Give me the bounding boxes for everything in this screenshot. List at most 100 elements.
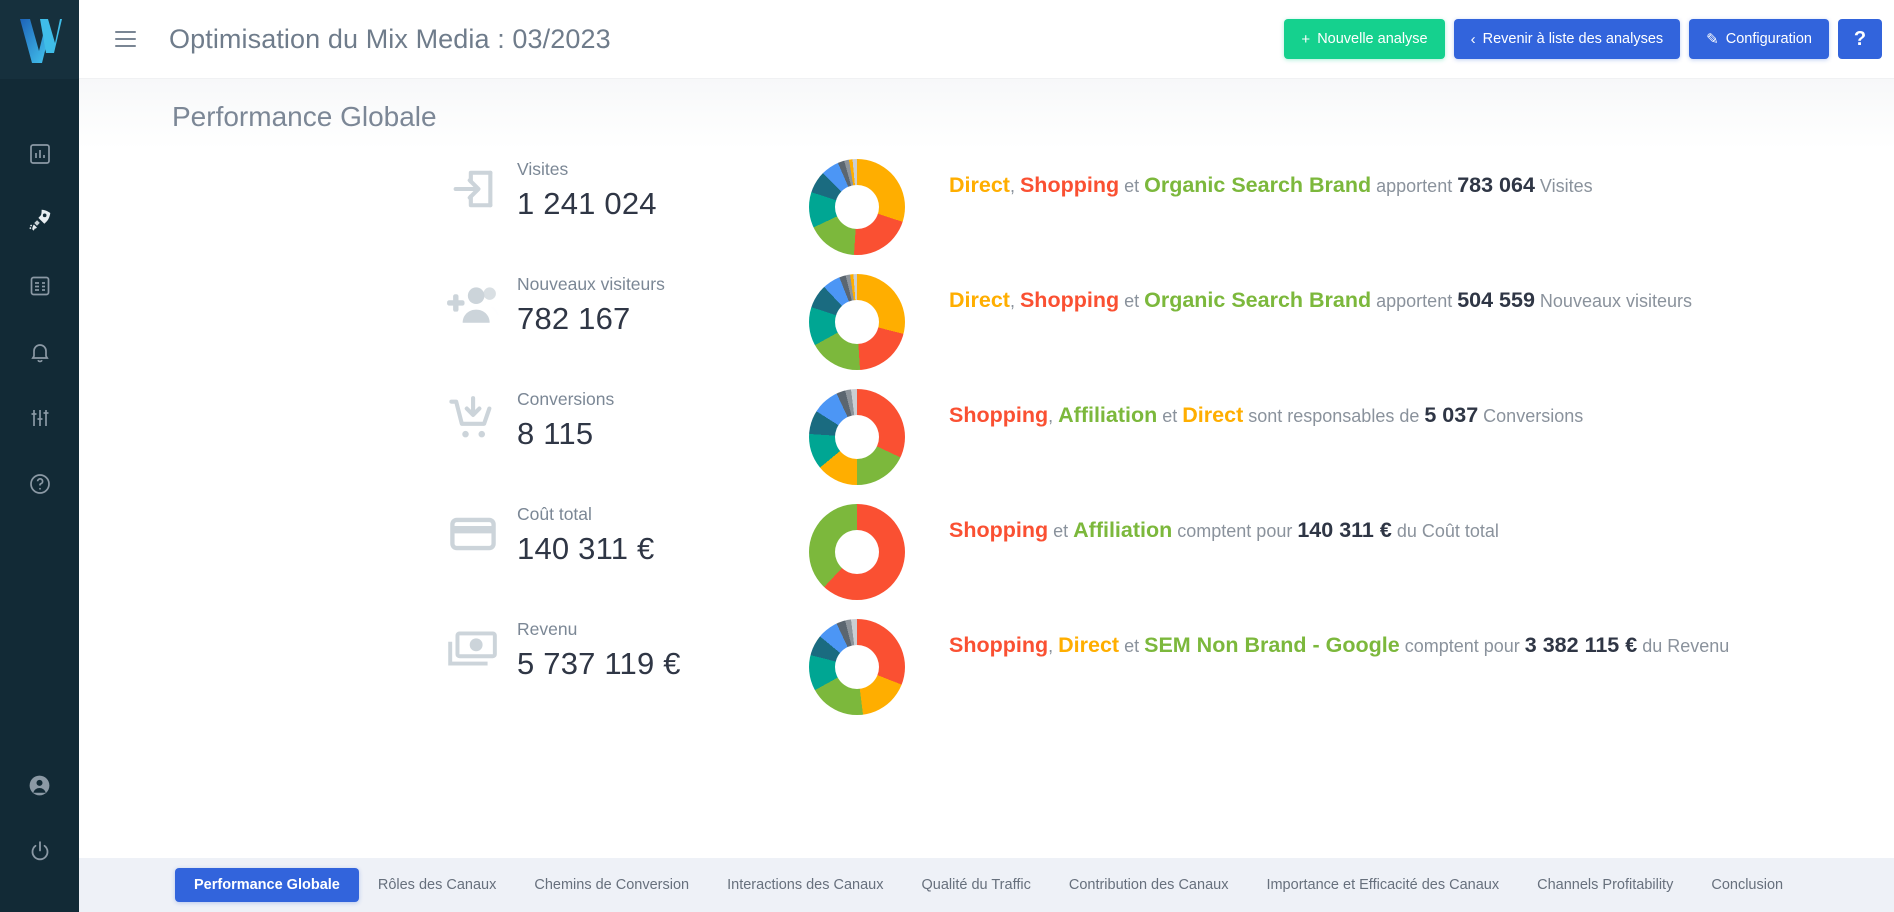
sentence-text: , [1009,176,1020,196]
sentence-text: , [1048,406,1059,426]
kpi-sentence: Shopping et Affiliation comptent pour 14… [907,496,1894,547]
back-to-list-button[interactable]: ‹ Revenir à liste des analyses [1453,19,1681,59]
channel-name: Organic Search Brand [1144,173,1372,197]
configuration-button[interactable]: ✎ Configuration [1689,19,1829,59]
cart-download-icon [397,381,517,445]
nouveaux-visiteurs-donut[interactable] [809,274,905,370]
sentence-text: et [1157,406,1183,426]
sidebar-nav [0,121,79,517]
sentence-text: sont responsables de [1243,406,1425,426]
left-sidebar [0,0,79,912]
channel-name: Affiliation [1073,518,1173,542]
tab-qualit-du-traffic[interactable]: Qualité du Traffic [902,868,1049,902]
sentence-text: apportent [1371,176,1458,196]
donut-chart-wrapper [807,381,907,485]
kpi-text-block: Nouveaux visiteurs 782 167 [517,266,807,337]
sentence-text: et [1119,636,1145,656]
login-arrow-icon [397,151,517,215]
kpi-row: Coût total 140 311 € Shopping et Affiliati… [79,496,1894,611]
question-circle-icon [29,474,50,494]
bell-icon [30,344,49,363]
kpi-sentence: Direct, Shopping et Organic Search Brand… [907,266,1894,317]
donut-chart-wrapper [807,496,907,600]
metric-value: 5 037 [1424,403,1479,427]
sentence-text: Conversions [1478,406,1584,426]
help-button[interactable]: ? [1838,19,1882,59]
new-analysis-button[interactable]: + Nouvelle analyse [1284,19,1445,59]
sidebar-item-logout[interactable] [0,818,79,884]
sentence-text: comptent pour [1172,521,1298,541]
sidebar-bottom-nav [0,752,79,912]
kpi-value: 782 167 [517,301,631,336]
channel-name: SEM Non Brand - Google [1144,633,1400,657]
sentence-text: et [1048,521,1074,541]
power-icon [31,841,48,861]
kpi-text-block: Visites 1 241 024 [517,151,807,222]
sidebar-item-reports[interactable] [0,253,79,319]
sentence-text: et [1119,291,1145,311]
revenu-donut[interactable] [809,619,905,715]
channel-name: Direct [949,288,1010,312]
sentence-text: et [1119,176,1145,196]
wysistat-logo-icon [19,18,62,63]
channel-name: Direct [949,173,1010,197]
kpi-sentence: Shopping, Affiliation et Direct sont res… [907,381,1894,432]
sidebar-item-dashboard[interactable] [0,121,79,187]
tab-channels-profitability[interactable]: Channels Profitability [1518,868,1692,902]
conversions-donut[interactable] [809,389,905,485]
kpi-row: Nouveaux visiteurs 782 167 Direct, Shoppin… [79,266,1894,381]
kpi-row: Conversions 8 115 Shopping, Affiliation et… [79,381,1894,496]
kpi-text-block: Conversions 8 115 [517,381,807,452]
channel-name: Shopping [949,518,1049,542]
content-area: Performance Globale Visites 1 241 024 Dire… [79,79,1894,912]
tab-interactions-des-canaux[interactable]: Interactions des Canaux [708,868,902,902]
page-title: Performance Globale [172,101,437,132]
sidebar-item-analyses[interactable] [0,187,79,253]
kpi-list: Visites 1 241 024 Direct, Shopping et Orga… [79,151,1894,726]
metric-value: 140 311 € [1297,518,1392,542]
brand-logo[interactable] [0,0,79,79]
hamburger-icon[interactable] [103,17,147,61]
sentence-text: , [1048,636,1059,656]
sentence-text: apportent [1371,291,1458,311]
channel-name: Shopping [949,633,1049,657]
cout-total-donut[interactable] [809,504,905,600]
topbar-actions: + Nouvelle analyse ‹ Revenir à liste des… [1284,19,1882,59]
kpi-value: 8 115 [517,416,594,451]
tab-r-les-des-canaux[interactable]: Rôles des Canaux [359,868,516,902]
tab-contribution-des-canaux[interactable]: Contribution des Canaux [1050,868,1248,902]
kpi-label: Conversions [517,389,615,409]
kpi-label: Coût total [517,504,592,524]
donut-chart-wrapper [807,266,907,370]
channel-name: Shopping [1019,288,1120,312]
sliders-icon [31,410,48,426]
sidebar-item-settings[interactable] [0,385,79,451]
channel-name: Shopping [1019,173,1120,197]
sentence-text: Visites [1534,176,1593,196]
kpi-label: Nouveaux visiteurs [517,274,665,294]
top-bar: Optimisation du Mix Media : 03/2023 + No… [79,0,1894,79]
channel-name: Organic Search Brand [1144,288,1372,312]
donut-chart-wrapper [807,151,907,255]
kpi-value: 5 737 119 € [517,646,681,681]
channel-name: Shopping [949,403,1049,427]
kpi-value: 1 241 024 [517,186,657,221]
kpi-sentence: Shopping, Direct et SEM Non Brand - Goog… [907,611,1894,662]
tab-importance-et-efficacit-des-canaux[interactable]: Importance et Efficacité des Canaux [1247,868,1518,902]
sidebar-item-account[interactable] [0,752,79,818]
kpi-sentence: Direct, Shopping et Organic Search Brand… [907,151,1894,202]
sidebar-item-help[interactable] [0,451,79,517]
table-icon [30,276,49,296]
main-area: Optimisation du Mix Media : 03/2023 + No… [79,0,1894,912]
tab-performance-globale[interactable]: Performance Globale [175,868,359,902]
tab-chemins-de-conversion[interactable]: Chemins de Conversion [515,868,708,902]
sidebar-item-alerts[interactable] [0,319,79,385]
credit-card-icon [397,496,517,560]
sentence-text: , [1009,291,1020,311]
kpi-label: Revenu [517,619,578,639]
chevron-left-icon: ‹ [1470,30,1476,48]
new-analysis-label: Nouvelle analyse [1317,31,1428,47]
tab-conclusion[interactable]: Conclusion [1692,868,1802,902]
metric-value: 783 064 [1457,173,1535,197]
visites-donut[interactable] [809,159,905,255]
